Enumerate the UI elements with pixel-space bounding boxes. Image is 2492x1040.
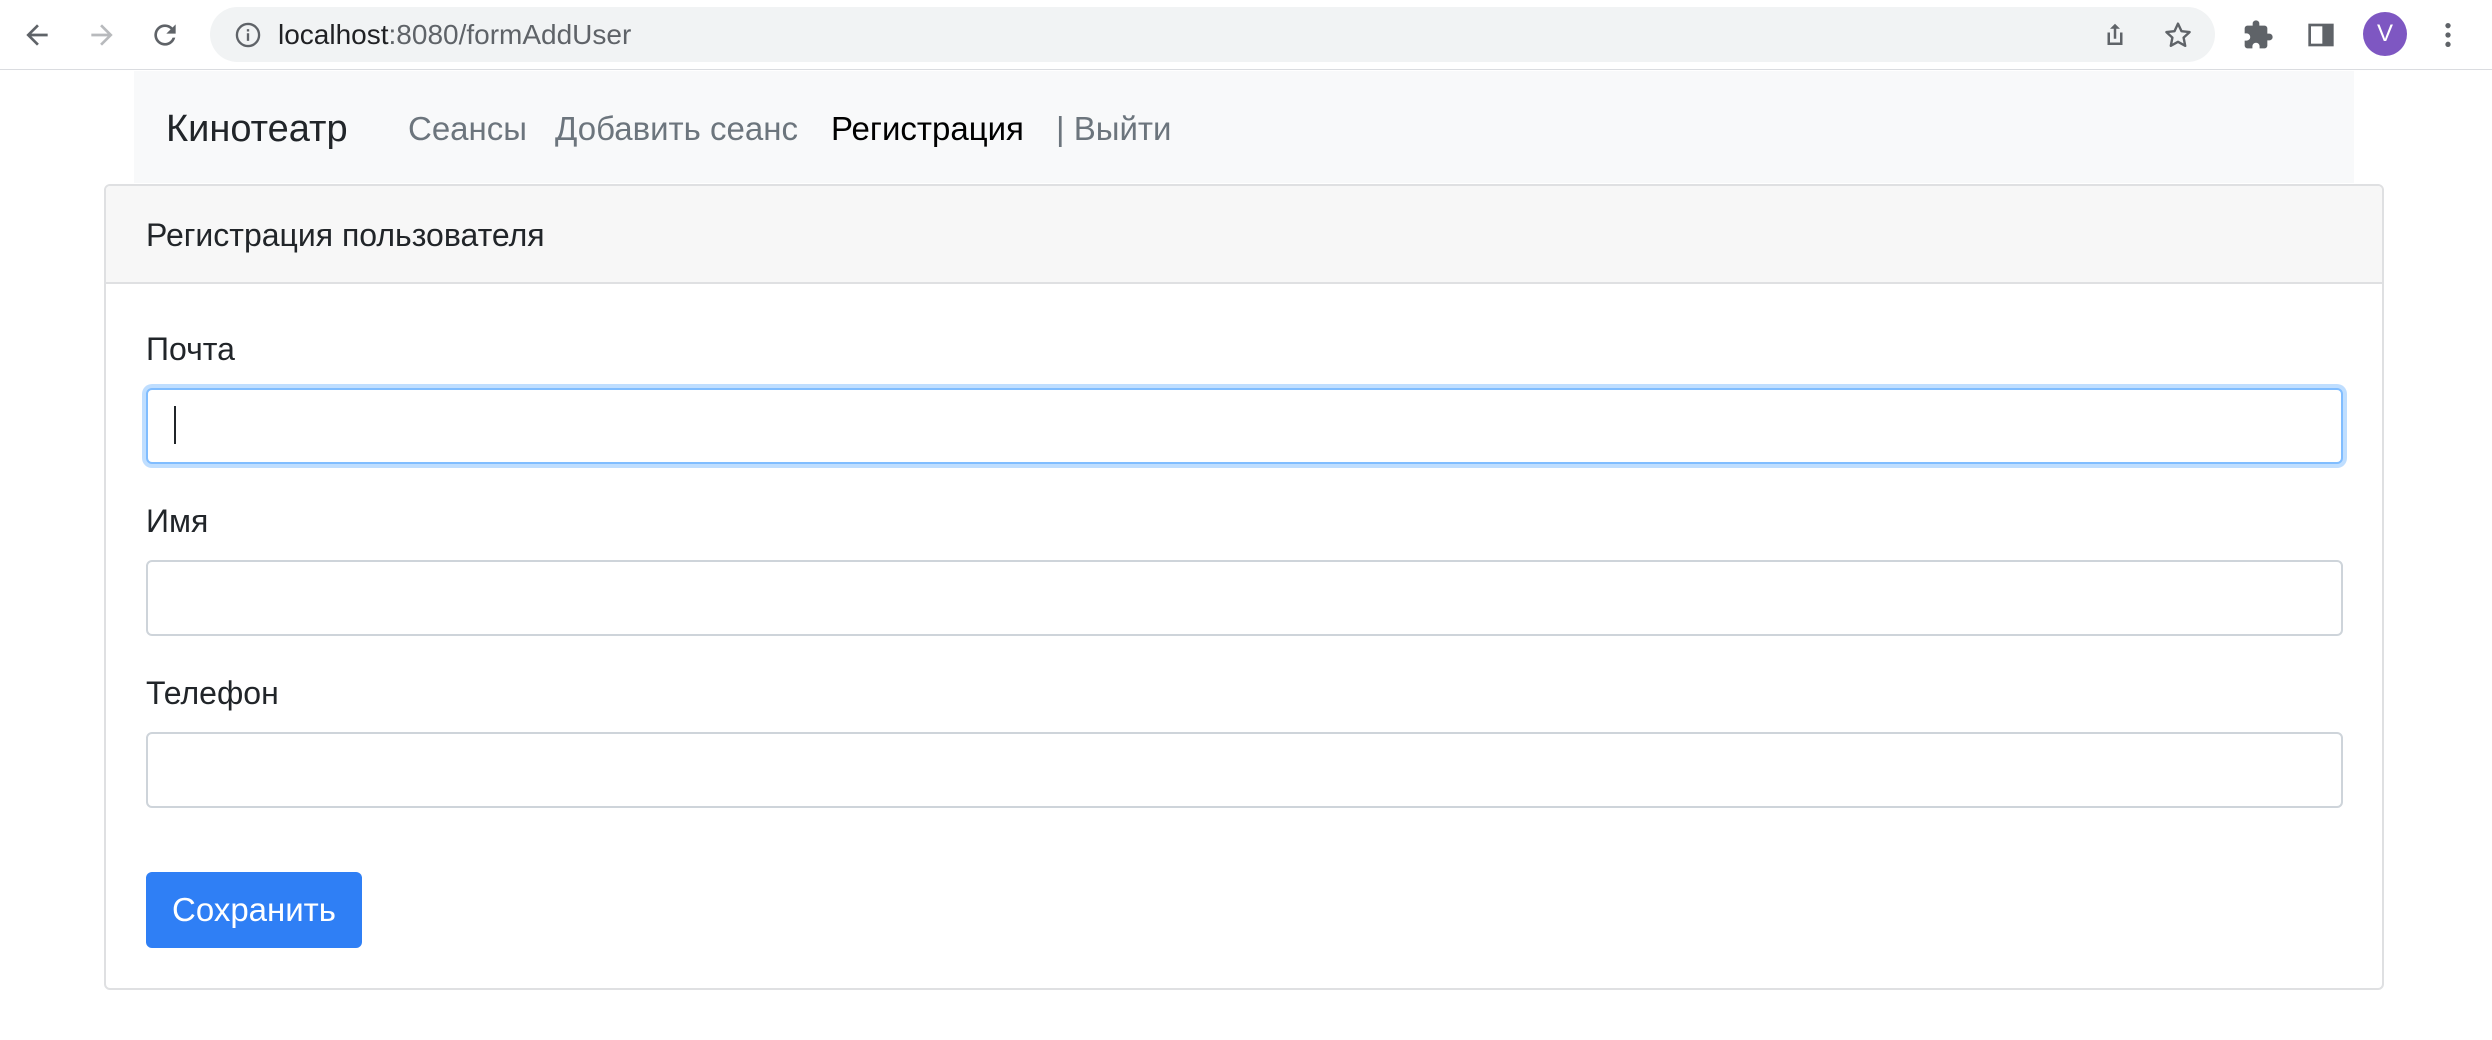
side-panel-icon[interactable] <box>2295 9 2347 61</box>
registration-card: Регистрация пользователя Почта Имя Телеф… <box>104 184 2384 990</box>
share-icon[interactable] <box>2097 17 2133 53</box>
address-bar[interactable]: localhost:8080/formAddUser <box>210 7 2215 62</box>
nav-link-add-session[interactable]: Добавить сеанс <box>555 110 798 148</box>
url-path: :8080/formAddUser <box>388 19 632 50</box>
kebab-menu-icon[interactable] <box>2422 9 2474 61</box>
email-label: Почта <box>146 331 235 367</box>
url-host: localhost <box>278 19 389 50</box>
email-field[interactable] <box>146 388 2343 464</box>
back-arrow-icon[interactable] <box>11 9 63 61</box>
info-icon[interactable] <box>232 19 263 50</box>
nav-link-registration[interactable]: Регистрация <box>831 110 1024 148</box>
forward-arrow-icon[interactable] <box>76 9 128 61</box>
save-button[interactable]: Сохранить <box>146 872 362 948</box>
card-title: Регистрация пользователя <box>146 217 545 253</box>
nav-link-logout[interactable]: | Выйти <box>1056 110 1171 148</box>
card-header: Регистрация пользователя <box>106 186 2382 284</box>
name-label: Имя <box>146 503 209 539</box>
phone-label: Телефон <box>146 675 279 711</box>
profile-avatar[interactable]: V <box>2363 12 2407 56</box>
puzzle-icon[interactable] <box>2232 9 2284 61</box>
nav-link-sessions[interactable]: Сеансы <box>408 110 527 148</box>
text-caret <box>174 406 176 444</box>
reload-icon[interactable] <box>139 9 191 61</box>
star-icon[interactable] <box>2160 17 2196 53</box>
brand-link[interactable]: Кинотеатр <box>166 107 348 151</box>
url-text: localhost:8080/formAddUser <box>278 20 631 50</box>
site-navbar: Кинотеатр Сеансы Добавить сеанс Регистра… <box>134 71 2354 183</box>
phone-field[interactable] <box>146 732 2343 808</box>
name-field[interactable] <box>146 560 2343 636</box>
browser-toolbar: localhost:8080/formAddUser V <box>0 0 2492 70</box>
